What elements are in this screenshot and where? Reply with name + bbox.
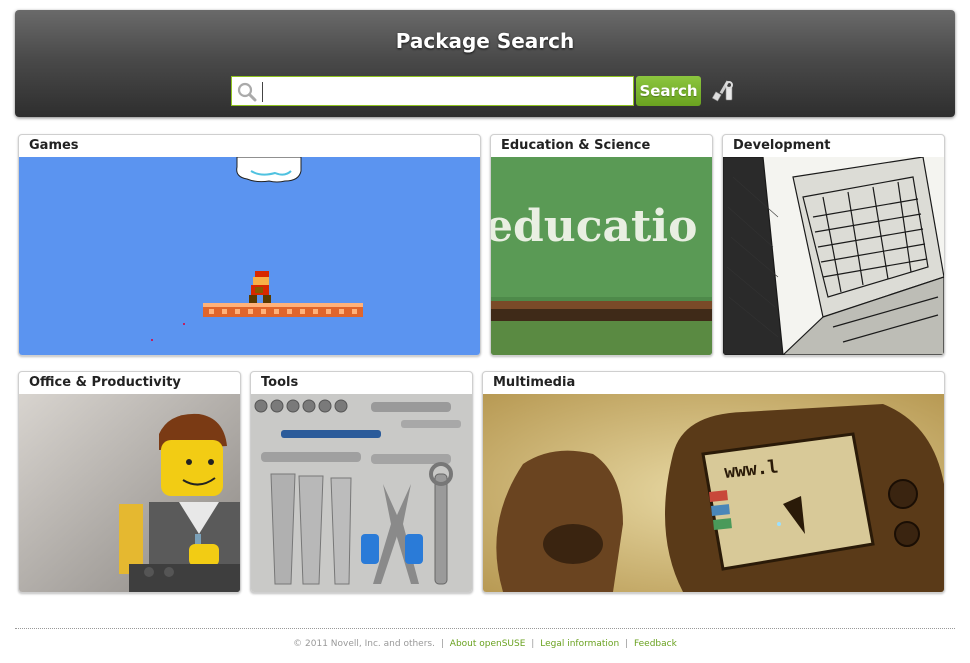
education-image: educatio xyxy=(491,157,712,355)
page-title: Package Search xyxy=(395,29,575,53)
category-title: Games xyxy=(29,138,79,153)
category-card-multimedia[interactable]: Multimedia www.l xyxy=(482,371,945,593)
legal-information-link[interactable]: Legal information xyxy=(540,639,619,649)
category-title: Education & Science xyxy=(501,138,651,153)
category-title: Office & Productivity xyxy=(29,375,181,390)
footer: © 2011 Novell, Inc. and others. | About … xyxy=(0,639,970,649)
svg-text:educatio: educatio xyxy=(491,201,697,252)
development-image xyxy=(723,157,944,355)
search-cursor xyxy=(262,82,263,102)
multimedia-image: www.l xyxy=(483,394,944,592)
games-image xyxy=(19,157,480,355)
category-card-tools[interactable]: Tools xyxy=(250,371,473,593)
category-title: Tools xyxy=(261,375,299,390)
footer-separator: | xyxy=(625,639,629,649)
footer-divider xyxy=(15,628,955,629)
office-image xyxy=(19,394,240,592)
footer-separator: | xyxy=(440,639,444,649)
header-bar: Package Search Search xyxy=(15,10,955,117)
category-card-development[interactable]: Development xyxy=(722,134,945,356)
category-title: Multimedia xyxy=(493,375,576,390)
category-card-education-science[interactable]: Education & Science educatio xyxy=(490,134,713,356)
search-box[interactable] xyxy=(231,76,634,106)
search-input[interactable] xyxy=(266,79,630,105)
feedback-link[interactable]: Feedback xyxy=(634,639,677,649)
category-title: Development xyxy=(733,138,831,153)
search-icon xyxy=(237,82,257,102)
category-card-games[interactable]: Games xyxy=(18,134,481,356)
search-button[interactable]: Search xyxy=(636,76,701,106)
wrench-screwdriver-icon[interactable] xyxy=(710,77,736,103)
footer-separator: | xyxy=(531,639,535,649)
tools-image xyxy=(251,394,472,592)
copyright-text: © 2011 Novell, Inc. and others. xyxy=(293,639,435,649)
category-card-office-productivity[interactable]: Office & Productivity xyxy=(18,371,241,593)
about-opensuse-link[interactable]: About openSUSE xyxy=(450,639,526,649)
